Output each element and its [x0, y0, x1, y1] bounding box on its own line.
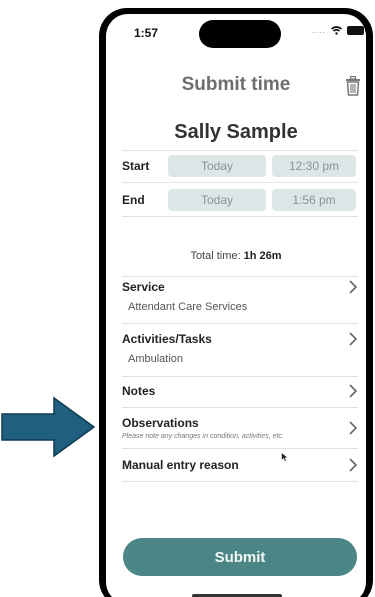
manual-entry-title: Manual entry reason — [122, 458, 239, 472]
submit-button[interactable]: Submit — [123, 538, 357, 576]
divider — [122, 276, 358, 277]
status-icons: .... — [312, 25, 366, 35]
start-label: Start — [122, 159, 150, 173]
chevron-right-icon — [349, 280, 358, 294]
end-label: End — [122, 193, 145, 207]
start-row: Start Today 12:30 pm — [122, 152, 358, 180]
observations-row[interactable]: Observations Please note any changes in … — [122, 416, 358, 440]
divider — [122, 481, 358, 482]
arrow-right-icon — [1, 396, 96, 458]
chevron-right-icon — [349, 421, 358, 435]
start-date-field[interactable]: Today — [168, 155, 266, 177]
service-title: Service — [122, 280, 165, 294]
manual-entry-row[interactable]: Manual entry reason — [122, 458, 358, 472]
wifi-icon — [331, 25, 343, 35]
app-screen: 1:57 .... Submit time Sally Sample Start… — [106, 14, 366, 597]
mouse-cursor-icon — [281, 452, 289, 462]
activities-value: Ambulation — [128, 353, 184, 365]
divider — [122, 182, 358, 183]
notes-title: Notes — [122, 384, 156, 398]
battery-icon — [347, 25, 366, 35]
observations-title: Observations — [122, 416, 199, 430]
total-time: Total time: 1h 26m — [106, 250, 366, 262]
signal-icon: .... — [312, 25, 327, 35]
end-row: End Today 1:56 pm — [122, 186, 358, 214]
activities-row[interactable]: Activities/Tasks Ambulation — [122, 332, 358, 365]
end-date-field[interactable]: Today — [168, 189, 266, 211]
divider — [122, 216, 358, 217]
page-title: Submit time — [181, 74, 291, 95]
total-time-value: 1h 26m — [243, 250, 282, 262]
start-time-field[interactable]: 12:30 pm — [272, 155, 356, 177]
trash-icon[interactable] — [345, 76, 361, 96]
divider — [122, 150, 358, 151]
chevron-right-icon — [349, 458, 358, 472]
status-bar: 1:57 .... — [106, 14, 366, 50]
observations-hint: Please note any changes in condition, ac… — [122, 433, 284, 440]
service-row[interactable]: Service Attendant Care Services — [122, 280, 358, 313]
divider — [122, 448, 358, 449]
divider — [122, 376, 358, 377]
stage: 1:57 .... Submit time Sally Sample Start… — [0, 0, 375, 597]
notes-row[interactable]: Notes — [122, 384, 358, 398]
end-time-field[interactable]: 1:56 pm — [272, 189, 356, 211]
chevron-right-icon — [349, 332, 358, 346]
divider — [122, 323, 358, 324]
divider — [122, 407, 358, 408]
dynamic-island — [199, 20, 281, 48]
activities-title: Activities/Tasks — [122, 332, 212, 346]
person-name: Sally Sample — [174, 121, 298, 143]
chevron-right-icon — [349, 384, 358, 398]
status-time: 1:57 — [134, 26, 159, 40]
service-value: Attendant Care Services — [128, 301, 248, 313]
total-time-prefix: Total time: — [190, 250, 244, 262]
